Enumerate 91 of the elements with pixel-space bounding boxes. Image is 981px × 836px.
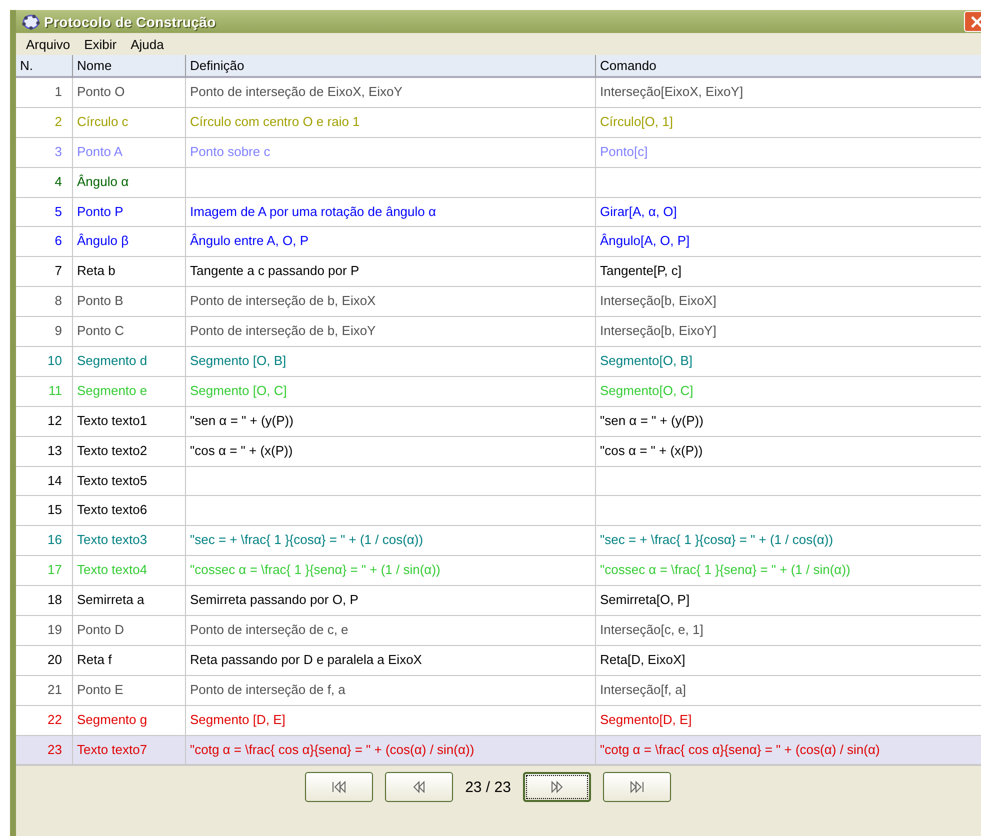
table-cell: Segmento[O, B] xyxy=(596,347,981,377)
menu-item[interactable]: Ajuda xyxy=(124,36,172,52)
table-cell: 23 xyxy=(16,736,73,766)
table-cell: Texto texto5 xyxy=(73,466,186,496)
table-cell: 16 xyxy=(16,526,73,556)
table-cell: "cos α = " + (x(P)) xyxy=(186,436,596,467)
table-cell: Semirreta a xyxy=(73,586,186,616)
column-header[interactable]: Nome xyxy=(73,55,186,78)
table-cell: Ponto A xyxy=(73,138,186,168)
column-header[interactable]: N. xyxy=(16,55,73,78)
table-cell: Círculo com centro O e raio 1 xyxy=(186,108,596,138)
table-cell: Segmento d xyxy=(73,347,186,377)
table-cell: Semirreta passando por O, P xyxy=(186,586,596,616)
table-cell: 17 xyxy=(16,556,73,586)
table-cell: 14 xyxy=(16,466,73,496)
table-cell: Ponto D xyxy=(73,616,186,646)
table-cell: Ponto P xyxy=(73,198,186,228)
table-cell: Texto texto4 xyxy=(73,556,186,586)
table-cell: Ponto sobre c xyxy=(186,138,596,168)
table-cell: Círculo c xyxy=(73,108,186,138)
menu-item[interactable]: Exibir xyxy=(78,36,125,52)
window-title: Protocolo de Construção xyxy=(44,14,216,30)
table-cell: Texto texto3 xyxy=(73,526,186,556)
table-cell: Ângulo β xyxy=(73,227,186,258)
table-cell: "cos α = " + (x(P)) xyxy=(596,436,981,467)
table-cell: 6 xyxy=(16,227,73,258)
table-cell: 13 xyxy=(16,436,73,467)
table-cell: Ponto de interseção de c, e xyxy=(186,616,596,646)
table-cell: Ponto[c] xyxy=(596,138,981,168)
column-header[interactable]: Definição xyxy=(186,55,596,78)
table-cell: 3 xyxy=(16,138,73,168)
menu-item[interactable]: Arquivo xyxy=(20,36,78,52)
table-cell: "sen α = " + (y(P)) xyxy=(186,406,596,437)
table-cell: Ponto de interseção de b, EixoY xyxy=(186,317,596,348)
table-cell: 2 xyxy=(16,108,73,138)
table-cell: Interseção[c, e, 1] xyxy=(596,616,981,646)
table-cell: Reta b xyxy=(73,257,186,288)
page-counter: 23 / 23 xyxy=(465,778,511,796)
table-cell: Tangente a c passando por P xyxy=(186,257,596,288)
table-cell: 18 xyxy=(16,586,73,616)
table-cell: 4 xyxy=(16,168,73,198)
table-cell: "cossec α = \frac{ 1 }{senα} = " + (1 / sin(α)) xyxy=(186,556,596,586)
table-cell: Segmento [O, B] xyxy=(186,347,596,377)
table-cell: Interseção[EixoX, EixoY] xyxy=(596,78,981,108)
table-cell: "sec = + \frac{ 1 }{cosα} = " + (1 / cos(α)) xyxy=(186,526,596,556)
table-cell: "sen α = " + (y(P)) xyxy=(596,406,981,437)
table-cell: 7 xyxy=(16,257,73,288)
table-cell: 21 xyxy=(16,676,73,706)
table-cell: 10 xyxy=(16,347,73,377)
table-cell: Reta passando por D e paralela a EixoX xyxy=(186,646,596,676)
table-cell: Tangente[P, c] xyxy=(596,257,981,288)
table-cell: Reta[D, EixoX] xyxy=(596,646,981,676)
table-cell: Ponto E xyxy=(73,676,186,706)
table-cell: 19 xyxy=(16,616,73,646)
table-cell: Interseção[f, a] xyxy=(596,676,981,706)
table-cell: Ponto de interseção de b, EixoX xyxy=(186,287,596,318)
table-cell: Ponto de interseção de f, a xyxy=(186,676,596,706)
table-cell: "cotg α = \frac{ cos α}{senα} = " + (cos(α) / sin(α)) xyxy=(186,736,596,766)
table-cell: 5 xyxy=(16,198,73,228)
table-cell: Ângulo[A, O, P] xyxy=(596,227,981,258)
table-cell: Segmento[O, C] xyxy=(596,376,981,407)
column-header[interactable]: Comando xyxy=(596,55,981,78)
table-cell: 8 xyxy=(16,287,73,318)
table-cell: Reta f xyxy=(73,646,186,676)
table-cell: Texto texto7 xyxy=(73,736,186,766)
table-cell: Segmento e xyxy=(73,376,186,407)
table-cell: Ponto O xyxy=(73,78,186,108)
table-cell: "cotg α = \frac{ cos α}{senα} = " + (cos(α) / sin(α) xyxy=(596,736,981,766)
table-cell: 15 xyxy=(16,496,73,526)
table-cell: Círculo[O, 1] xyxy=(596,108,981,138)
table-cell: Ponto B xyxy=(73,287,186,318)
table-cell: Ângulo entre A, O, P xyxy=(186,227,596,258)
table-cell: Interseção[b, EixoY] xyxy=(596,317,981,348)
table-cell: Imagem de A por uma rotação de ângulo α xyxy=(186,198,596,228)
table-cell: 1 xyxy=(16,78,73,108)
table-cell: "sec = + \frac{ 1 }{cosα} = " + (1 / cos(α)) xyxy=(596,526,981,556)
table-cell: Semirreta[O, P] xyxy=(596,586,981,616)
table-cell: Girar[A, α, O] xyxy=(596,198,981,228)
table-cell: 9 xyxy=(16,317,73,348)
table-cell: Texto texto2 xyxy=(73,436,186,467)
table-cell: Segmento [O, C] xyxy=(186,376,596,407)
table-cell: 12 xyxy=(16,406,73,437)
table-cell: Ponto C xyxy=(73,317,186,348)
table-cell: 11 xyxy=(16,376,73,407)
table-cell: "cossec α = \frac{ 1 }{senα} = " + (1 / sin(α)) xyxy=(596,556,981,586)
table-cell: Ponto de interseção de EixoX, EixoY xyxy=(186,78,596,108)
table-cell: Texto texto6 xyxy=(73,496,186,526)
table-cell: Ângulo α xyxy=(73,168,186,198)
table-cell: Texto texto1 xyxy=(73,406,186,437)
table-cell: 20 xyxy=(16,646,73,676)
table-cell: Interseção[b, EixoX] xyxy=(596,287,981,318)
